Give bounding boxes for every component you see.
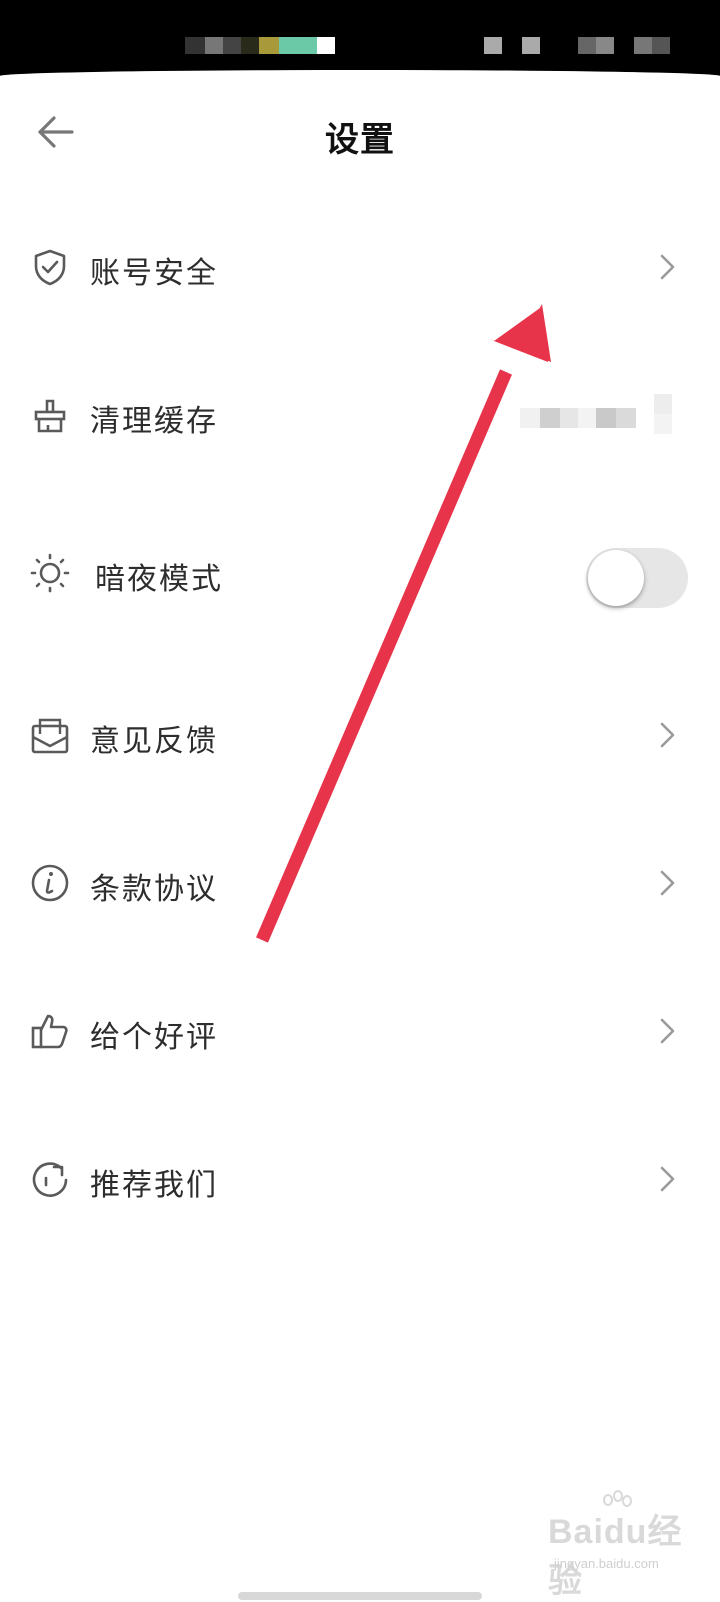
settings-item-rate-us[interactable]: 给个好评	[0, 976, 720, 1086]
settings-item-label: 暗夜模式	[95, 562, 223, 597]
navigation-bar: 设置	[0, 76, 720, 186]
cache-size-value	[520, 394, 680, 438]
page-title: 设置	[325, 120, 395, 160]
dark-mode-toggle[interactable]	[586, 548, 688, 608]
refresh-icon	[32, 1162, 68, 1197]
chevron-right-icon	[660, 722, 675, 748]
broom-icon	[34, 399, 66, 433]
thumbs-up-icon	[31, 1014, 68, 1049]
settings-item-clear-cache[interactable]: 清理缓存	[0, 360, 720, 470]
toggle-knob	[588, 550, 644, 606]
info-icon	[31, 864, 69, 902]
settings-item-feedback[interactable]: 意见反馈	[0, 680, 720, 790]
chevron-right-icon	[660, 1166, 675, 1192]
settings-item-label: 清理缓存	[90, 404, 218, 439]
sun-icon	[30, 553, 70, 593]
mail-icon	[31, 718, 69, 754]
settings-item-label: 条款协议	[90, 872, 218, 907]
shield-check-icon	[34, 249, 66, 286]
chevron-right-icon	[660, 870, 675, 896]
home-indicator[interactable]	[238, 1592, 482, 1600]
status-bar	[0, 0, 720, 76]
settings-item-label: 给个好评	[90, 1020, 218, 1055]
watermark-text: Baidu经验	[548, 1513, 683, 1600]
watermark-url: jingyan.baidu.com	[554, 1556, 659, 1571]
settings-item-recommend-us[interactable]: 推荐我们	[0, 1124, 720, 1234]
settings-item-label: 推荐我们	[90, 1168, 218, 1203]
settings-item-dark-mode: 暗夜模式	[0, 518, 720, 628]
chevron-right-icon	[660, 1018, 675, 1044]
settings-item-terms[interactable]: 条款协议	[0, 828, 720, 938]
settings-item-label: 账号安全	[90, 256, 218, 291]
settings-item-account-security[interactable]: 账号安全	[0, 212, 720, 322]
chevron-right-icon	[660, 254, 675, 280]
settings-item-label: 意见反馈	[90, 724, 218, 759]
baidu-jingyan-watermark: Baidu经验 jingyan.baidu.com	[548, 1490, 713, 1600]
